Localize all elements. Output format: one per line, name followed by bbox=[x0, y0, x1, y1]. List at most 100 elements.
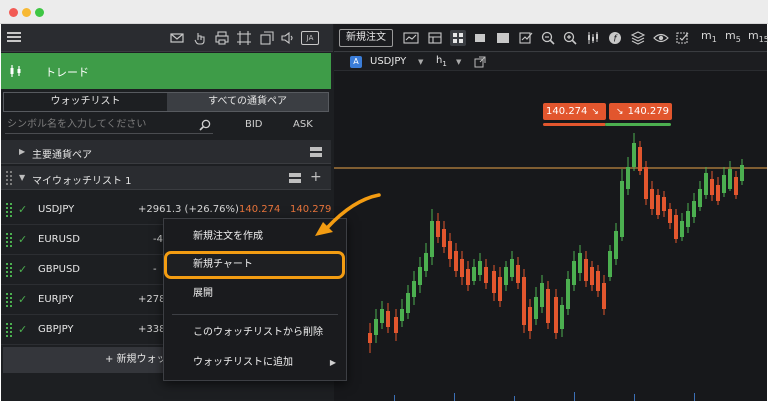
group-label: 主要通貨ペア bbox=[32, 150, 92, 161]
zoom-out-icon[interactable] bbox=[540, 30, 556, 46]
drag-handle-icon[interactable] bbox=[6, 263, 12, 277]
chart-header: A USDJPY ▼ h1 ▼ bbox=[334, 53, 767, 71]
close-window-button[interactable] bbox=[9, 8, 18, 17]
group-major-pairs[interactable]: ▶ 主要通貨ペア bbox=[1, 140, 331, 164]
layout-full-icon[interactable] bbox=[495, 30, 511, 46]
symbol-badge[interactable]: A bbox=[350, 56, 362, 68]
add-symbol-icon[interactable]: + bbox=[310, 169, 322, 185]
menu-item-new-chart[interactable]: 新規チャート bbox=[164, 251, 345, 279]
chart-timeframe[interactable]: h1 bbox=[436, 55, 447, 68]
check-icon: ✓ bbox=[18, 293, 28, 306]
candle-body bbox=[620, 181, 624, 237]
candles bbox=[368, 133, 744, 353]
candle-body bbox=[584, 259, 588, 281]
symbol-dropdown-icon[interactable]: ▼ bbox=[418, 58, 423, 66]
trading-app: JA 新規注文 f m1 m5 m15 トレード ウォッチリスト すべての通貨ペ… bbox=[1, 24, 768, 401]
menu-item-remove[interactable]: このウォッチリストから削除 bbox=[164, 319, 346, 347]
chart-panel[interactable]: A USDJPY ▼ h1 ▼ 140.274 ↘ ↘ 140.279 bbox=[334, 53, 767, 401]
bid-price[interactable]: 140.274 bbox=[239, 204, 280, 215]
candle-body bbox=[374, 319, 378, 335]
candle-body bbox=[380, 309, 384, 323]
tab-all-pairs[interactable]: すべての通貨ペア bbox=[167, 93, 328, 111]
group-toggle-icon[interactable] bbox=[289, 173, 301, 183]
symbol-name: GBPUSD bbox=[38, 264, 81, 275]
submenu-arrow-icon: ▶ bbox=[329, 358, 336, 367]
change-value: - bbox=[153, 264, 157, 275]
candle-body bbox=[528, 307, 532, 331]
chart-toolbar: 新規注文 f m1 m5 m15 bbox=[334, 24, 768, 52]
crop-icon[interactable] bbox=[236, 30, 252, 46]
candle-body bbox=[578, 253, 582, 273]
drag-handle-icon[interactable] bbox=[6, 171, 12, 185]
window-titlebar bbox=[0, 0, 768, 24]
candle-body bbox=[602, 283, 606, 309]
candle-body bbox=[674, 215, 678, 239]
sell-arrow-icon: ↘ bbox=[591, 107, 599, 117]
candle-body bbox=[534, 297, 538, 319]
symbol-search-input[interactable] bbox=[5, 116, 213, 134]
eye-icon[interactable] bbox=[653, 30, 669, 46]
menu-item-add-to-watchlist[interactable]: ウォッチリストに追加 ▶ bbox=[164, 349, 346, 377]
indicator-f-icon[interactable]: f bbox=[607, 30, 623, 46]
candle-body bbox=[662, 197, 666, 211]
indicator-edit-icon[interactable] bbox=[518, 30, 534, 46]
sell-price-button[interactable]: 140.274 ↘ bbox=[543, 103, 606, 120]
candle-body bbox=[596, 271, 600, 291]
popout-icon[interactable] bbox=[474, 56, 486, 68]
search-icon[interactable] bbox=[199, 119, 211, 131]
candlestick-type-icon[interactable] bbox=[585, 30, 601, 46]
expand-caret-icon[interactable]: ▶ bbox=[19, 147, 25, 156]
group-label: マイウォッチリスト 1 bbox=[32, 176, 132, 187]
tab-watchlist[interactable]: ウォッチリスト bbox=[4, 93, 167, 111]
menu-icon[interactable] bbox=[7, 30, 23, 46]
timeframe-m1[interactable]: m1 bbox=[701, 29, 717, 44]
print-icon[interactable] bbox=[214, 30, 230, 46]
window-icon[interactable] bbox=[259, 30, 275, 46]
chart-screen-icon[interactable] bbox=[403, 30, 419, 46]
settings-check-icon[interactable] bbox=[675, 30, 691, 46]
candle-body bbox=[692, 201, 696, 217]
drag-handle-icon[interactable] bbox=[6, 233, 12, 247]
new-order-button[interactable]: 新規注文 bbox=[339, 29, 393, 47]
layers-icon[interactable] bbox=[630, 30, 646, 46]
language-icon[interactable]: JA bbox=[301, 31, 319, 45]
timeframe-dropdown-icon[interactable]: ▼ bbox=[456, 58, 461, 66]
candle-body bbox=[722, 175, 726, 193]
sell-price: 140.274 bbox=[546, 106, 588, 117]
candle-body bbox=[418, 267, 422, 285]
mail-icon[interactable] bbox=[169, 30, 185, 46]
candle-body bbox=[716, 185, 720, 201]
group-toggle-icon[interactable] bbox=[310, 147, 322, 157]
layout-split-icon[interactable] bbox=[427, 30, 443, 46]
candle-body bbox=[394, 317, 398, 333]
candle-body bbox=[386, 311, 390, 327]
chart-symbol[interactable]: USDJPY bbox=[370, 56, 406, 67]
touch-icon[interactable] bbox=[192, 30, 208, 46]
trade-panel-header[interactable]: トレード bbox=[1, 53, 331, 89]
zoom-in-icon[interactable] bbox=[562, 30, 578, 46]
zoom-window-button[interactable] bbox=[35, 8, 44, 17]
minimize-window-button[interactable] bbox=[22, 8, 31, 17]
group-my-watchlist[interactable]: ▼ マイウォッチリスト 1 + bbox=[1, 166, 331, 190]
check-icon: ✓ bbox=[18, 233, 28, 246]
candle-body bbox=[686, 211, 690, 227]
timeframe-m15[interactable]: m15 bbox=[748, 29, 768, 44]
menu-item-expand[interactable]: 展開 bbox=[164, 280, 346, 308]
drag-handle-icon[interactable] bbox=[6, 203, 12, 217]
watchlist-tabs: ウォッチリスト すべての通貨ペア bbox=[3, 92, 329, 112]
candle-body bbox=[680, 221, 684, 237]
candle-body bbox=[656, 195, 660, 215]
ask-column-header: ASK bbox=[293, 119, 313, 130]
callout-arrow-icon bbox=[315, 193, 381, 236]
candle-body bbox=[498, 277, 502, 301]
layout-single-icon[interactable] bbox=[472, 30, 488, 46]
drag-handle-icon[interactable] bbox=[6, 293, 12, 307]
layout-grid-icon[interactable] bbox=[450, 30, 466, 46]
timeframe-m5[interactable]: m5 bbox=[725, 29, 741, 44]
sound-icon[interactable] bbox=[280, 30, 296, 46]
candle-body bbox=[492, 271, 496, 293]
drag-handle-icon[interactable] bbox=[6, 323, 12, 337]
collapse-caret-icon[interactable]: ▼ bbox=[19, 173, 25, 182]
buy-price-button[interactable]: ↘ 140.279 bbox=[609, 103, 672, 120]
candle-body bbox=[554, 297, 558, 333]
